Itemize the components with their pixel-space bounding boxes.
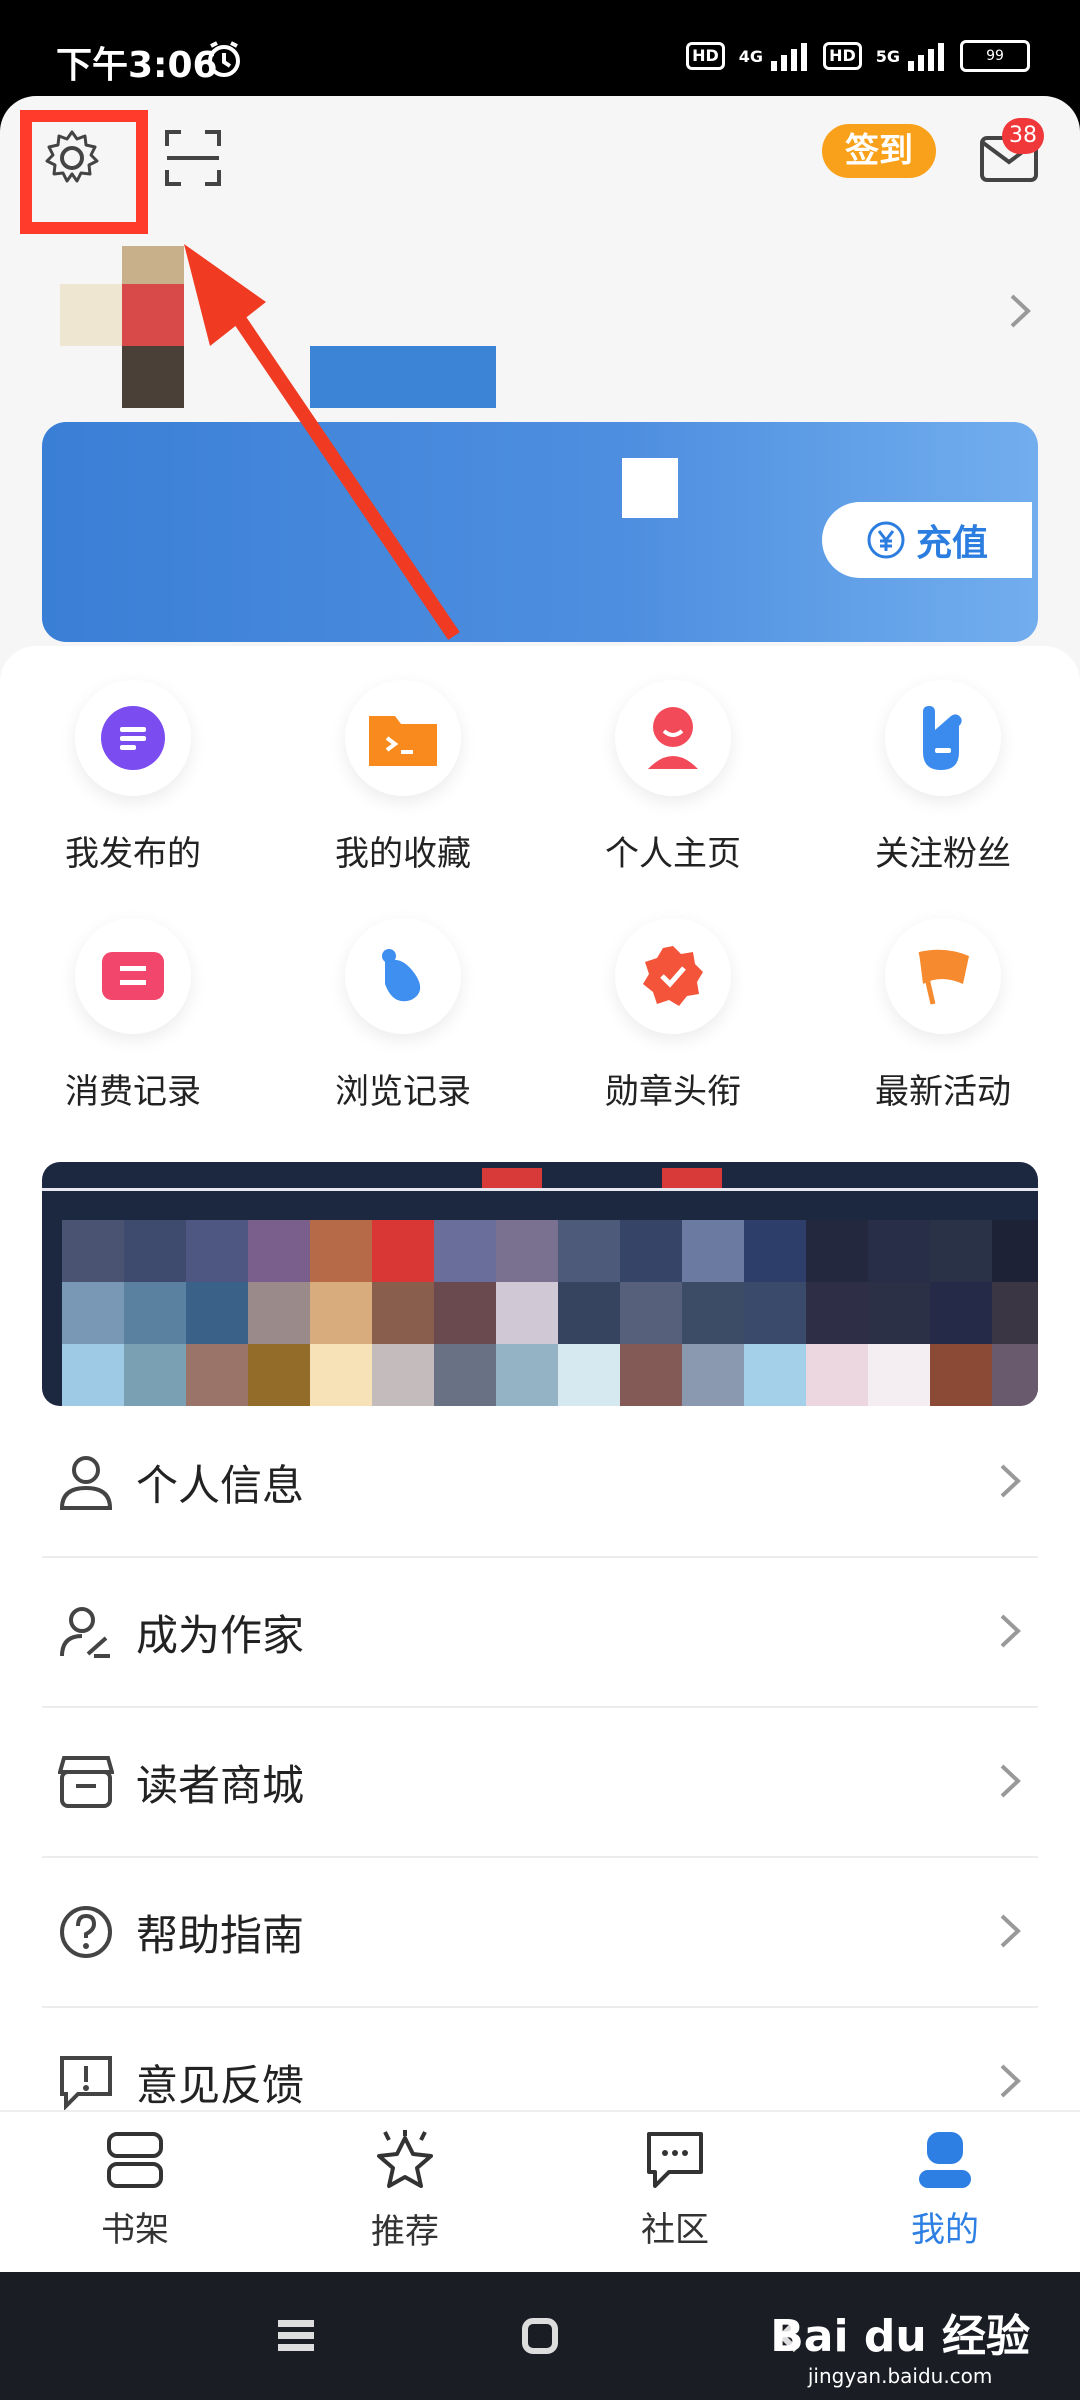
tab-bookshelf[interactable]: 书架 bbox=[45, 2130, 225, 2251]
chevron-right-icon bbox=[1000, 1914, 1021, 1948]
promo-banner[interactable] bbox=[42, 1162, 1038, 1406]
hd-badge: HD bbox=[686, 42, 725, 70]
status-indicators: HD 4G HD 5G 99 bbox=[686, 40, 1030, 72]
network-type-2: 5G bbox=[875, 46, 900, 66]
recharge-label: 充值 bbox=[915, 523, 988, 564]
recharge-button[interactable]: 充值 bbox=[822, 502, 1032, 578]
chevron-right-icon bbox=[1000, 1614, 1021, 1648]
yuan-icon bbox=[867, 521, 905, 559]
home-nav-icon[interactable] bbox=[522, 2318, 558, 2354]
menu-nav-icon[interactable] bbox=[278, 2320, 314, 2352]
flag-icon bbox=[918, 949, 969, 1005]
system-nav-bar: Bai du 经验 jingyan.baidu.com bbox=[0, 2272, 1080, 2400]
grid-item-history[interactable]: 浏览记录 bbox=[303, 918, 503, 1113]
feedback-icon bbox=[60, 2056, 112, 2110]
tab-community[interactable]: 社区 bbox=[585, 2130, 765, 2251]
checkin-button[interactable]: 签到 bbox=[822, 124, 936, 178]
alarm-icon bbox=[208, 41, 240, 77]
help-icon bbox=[60, 1906, 112, 1958]
status-time: 下午3:06 bbox=[56, 45, 218, 86]
star-icon bbox=[377, 2130, 433, 2188]
grid-item-follows[interactable]: 关注粉丝 bbox=[843, 680, 1043, 875]
hd-badge-2: HD bbox=[823, 42, 862, 70]
chevron-right-icon bbox=[1000, 1764, 1021, 1798]
store-icon bbox=[58, 1756, 114, 1808]
medal-icon bbox=[643, 946, 703, 1006]
browse-icon bbox=[382, 949, 421, 1002]
grid-item-my-posts[interactable]: 我发布的 bbox=[33, 680, 233, 875]
profile-screen: 签到 38 充值 我发布的 我的收藏 个人主页 关注粉丝 消费记录 浏览记录 勋… bbox=[0, 96, 1080, 2270]
menu-help-guide[interactable]: 帮助指南 bbox=[42, 1858, 1038, 2008]
profile-chevron-icon[interactable] bbox=[1008, 292, 1032, 330]
profile-icon bbox=[919, 2132, 971, 2188]
baidu-watermark: Bai du 经验 jingyan.baidu.com bbox=[770, 2311, 1030, 2388]
red-arrow-annotation bbox=[184, 244, 460, 640]
menu-personal-info[interactable]: 个人信息 bbox=[42, 1408, 1038, 1558]
grid-item-favorites[interactable]: 我的收藏 bbox=[303, 680, 503, 875]
network-type: 4G bbox=[738, 46, 764, 66]
bookshelf-icon bbox=[107, 2132, 163, 2188]
grid-item-events[interactable]: 最新活动 bbox=[843, 918, 1043, 1113]
person-icon bbox=[648, 707, 698, 769]
folder-icon bbox=[369, 716, 437, 766]
grid-item-homepage[interactable]: 个人主页 bbox=[573, 680, 773, 875]
writer-icon bbox=[60, 1607, 110, 1658]
menu-reader-store[interactable]: 读者商城 bbox=[42, 1708, 1038, 1858]
user-icon bbox=[59, 1456, 113, 1510]
signal-icon bbox=[771, 43, 808, 71]
ticket-icon bbox=[102, 952, 164, 1000]
signal-icon-2 bbox=[908, 43, 944, 71]
mail-badge: 38 bbox=[1002, 118, 1044, 154]
tab-recommend[interactable]: 推荐 bbox=[315, 2130, 495, 2253]
hand-icon bbox=[923, 706, 962, 770]
banner-image bbox=[62, 1220, 1038, 1406]
menu-become-writer[interactable]: 成为作家 bbox=[42, 1558, 1038, 1708]
status-bar: 下午3:06 HD 4G HD 5G 99 bbox=[0, 0, 1080, 96]
tab-mine[interactable]: 我的 bbox=[855, 2130, 1035, 2251]
chevron-right-icon bbox=[1000, 2064, 1021, 2098]
chat-icon bbox=[647, 2132, 703, 2188]
post-icon bbox=[101, 706, 165, 770]
bottom-tab-bar: 书架 推荐 社区 我的 bbox=[0, 2110, 1080, 2276]
chevron-right-icon bbox=[1000, 1464, 1021, 1498]
battery-icon: 99 bbox=[960, 40, 1030, 72]
grid-item-medals[interactable]: 勋章头衔 bbox=[573, 918, 773, 1113]
grid-item-spending[interactable]: 消费记录 bbox=[33, 918, 233, 1113]
